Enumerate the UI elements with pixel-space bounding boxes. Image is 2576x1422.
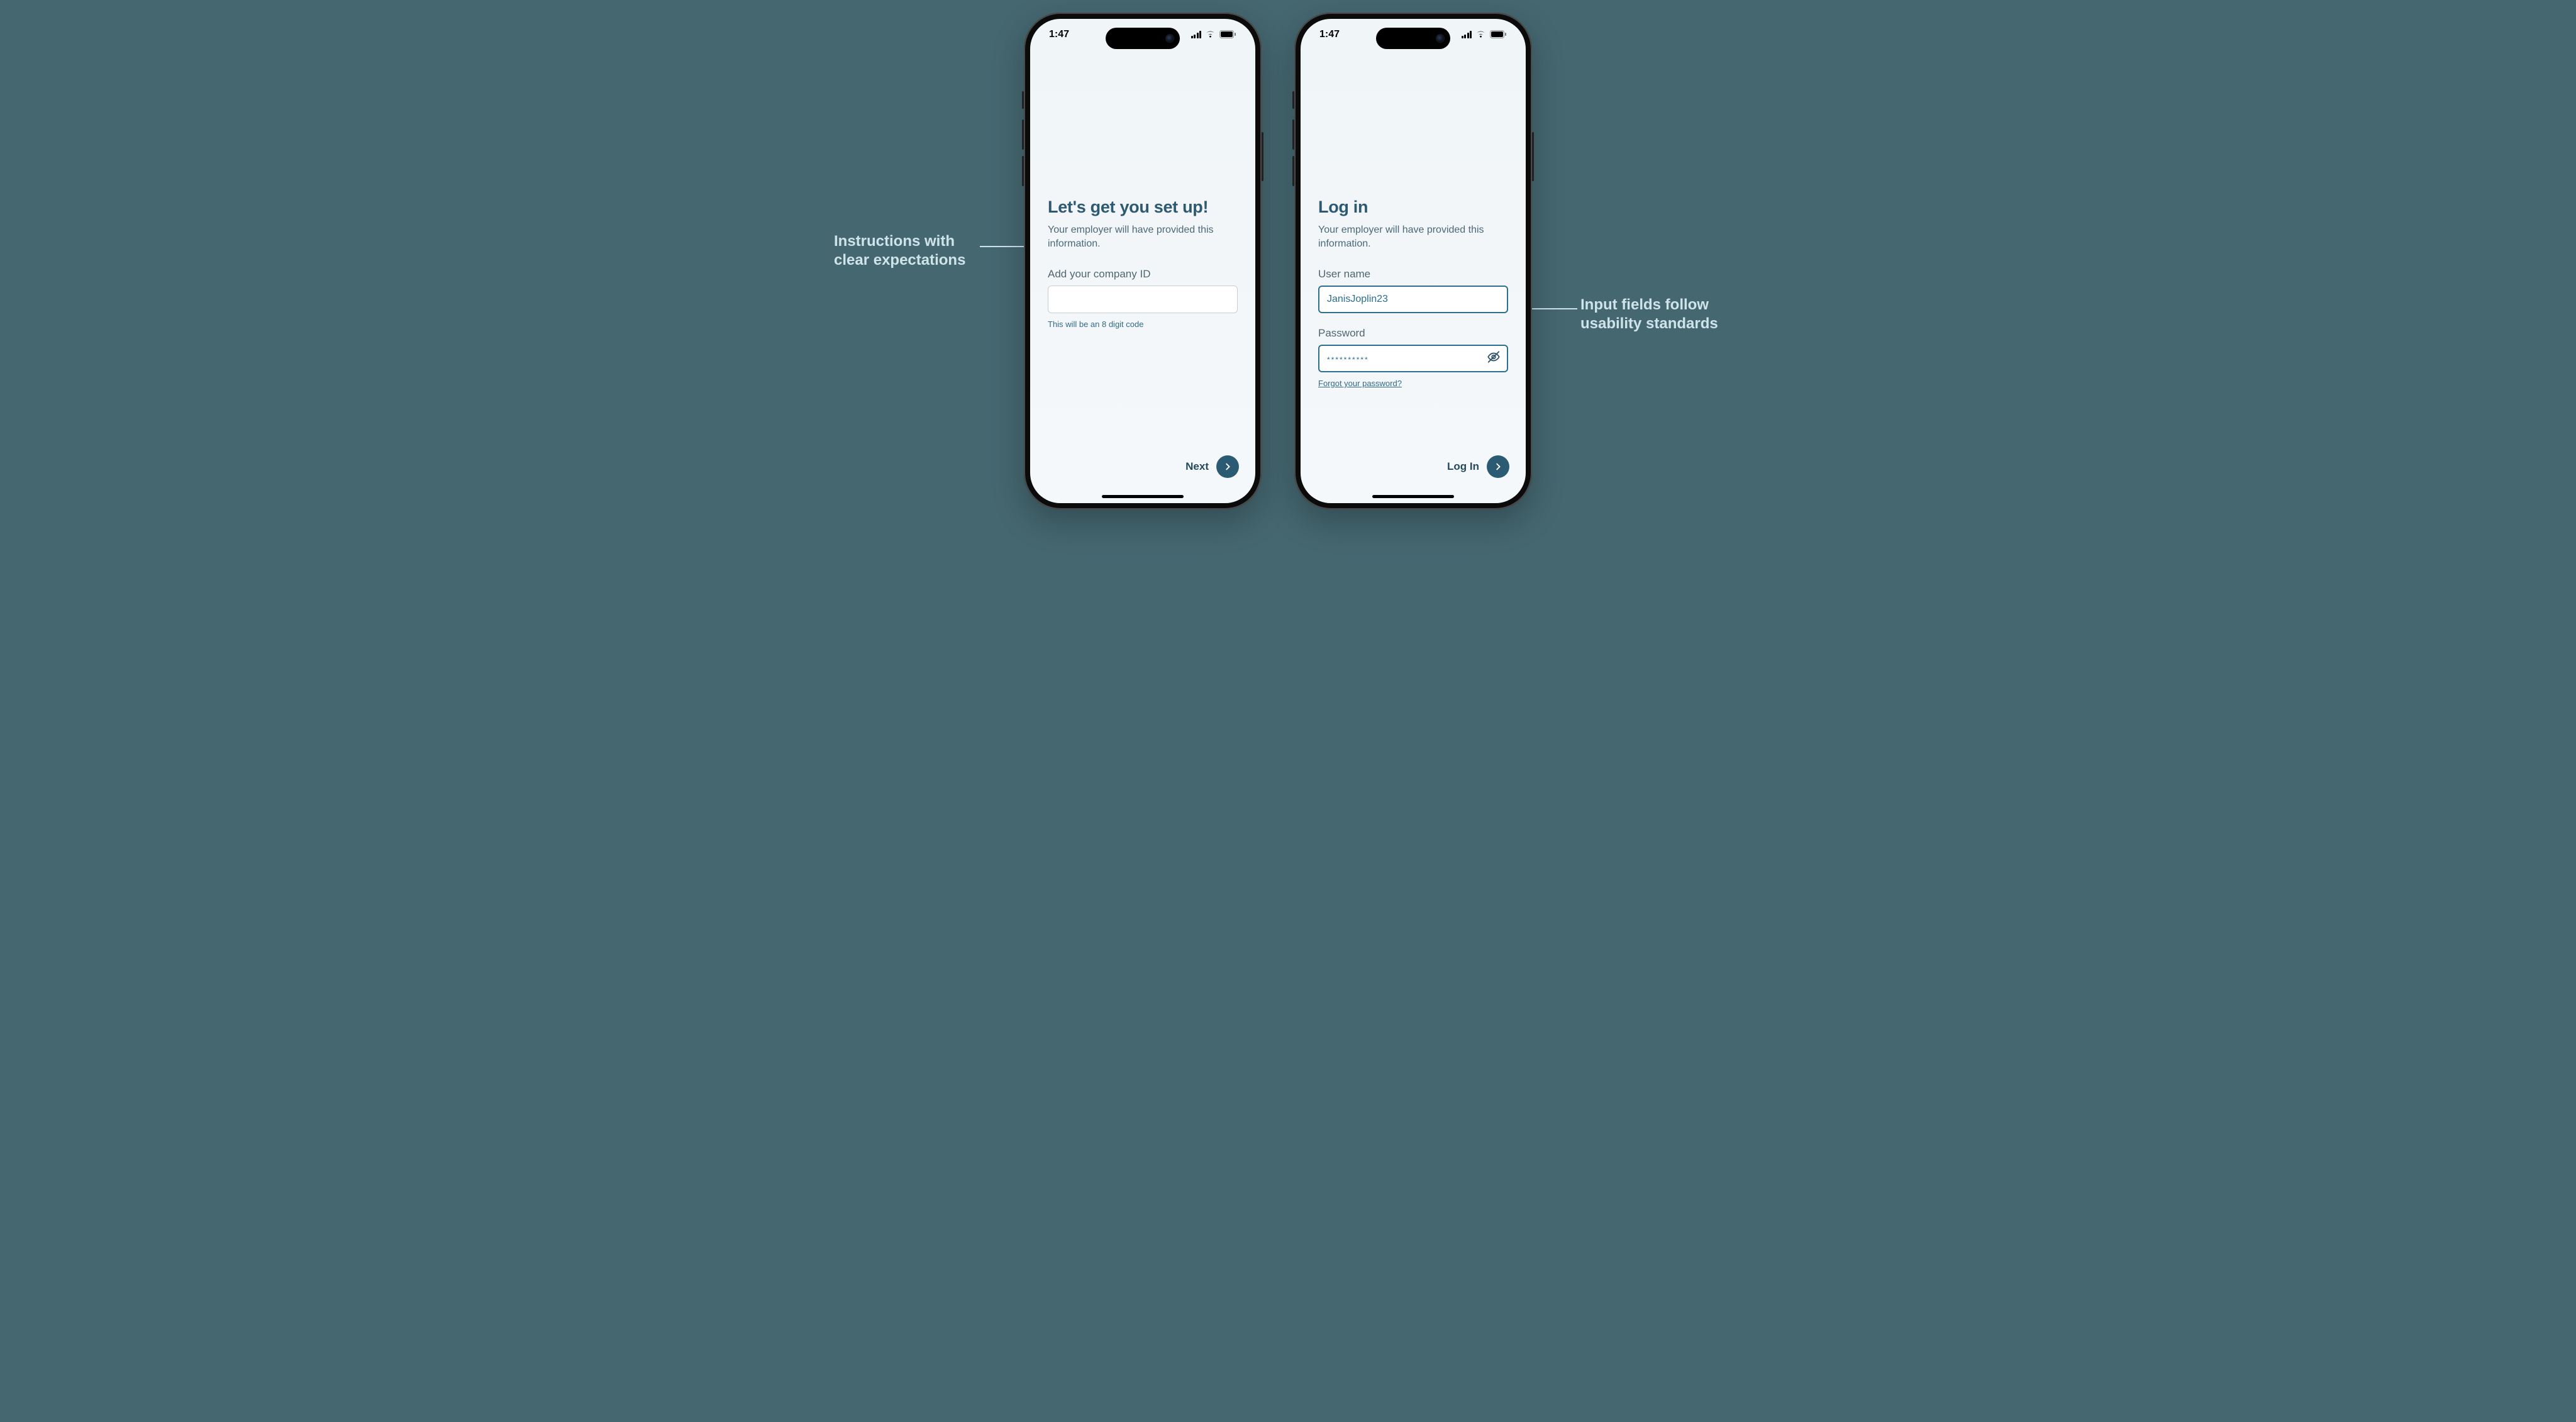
battery-icon: [1219, 30, 1236, 38]
cellular-icon: [1191, 31, 1202, 38]
annotation-right: Input fields follow usability standards: [1580, 296, 1718, 333]
wifi-icon: [1475, 30, 1486, 38]
annotation-left: Instructions with clear expectations: [834, 232, 965, 270]
dynamic-island: [1106, 28, 1180, 49]
page-subtitle: Your employer will have provided this in…: [1318, 223, 1508, 250]
username-label: User name: [1318, 268, 1508, 281]
company-id-hint: This will be an 8 digit code: [1048, 319, 1238, 329]
password-label: Password: [1318, 327, 1508, 340]
page-title: Log in: [1318, 197, 1508, 217]
annotation-text: Instructions with: [834, 232, 965, 251]
camera-icon: [1166, 35, 1174, 42]
home-indicator: [1102, 495, 1184, 498]
page-subtitle: Your employer will have provided this in…: [1048, 223, 1238, 250]
annotation-text: Input fields follow: [1580, 296, 1718, 314]
login-button[interactable]: Log In: [1447, 455, 1509, 478]
company-id-label: Add your company ID: [1048, 268, 1238, 281]
page-title: Let's get you set up!: [1048, 197, 1238, 217]
wifi-icon: [1205, 30, 1216, 38]
cellular-icon: [1462, 31, 1472, 38]
login-button-label: Log In: [1447, 460, 1479, 473]
annotation-text: usability standards: [1580, 314, 1718, 333]
status-time: 1:47: [1319, 29, 1340, 40]
chevron-right-icon: [1216, 455, 1239, 478]
camera-icon: [1436, 35, 1444, 42]
password-input[interactable]: [1318, 345, 1508, 372]
next-button-label: Next: [1185, 460, 1209, 473]
battery-icon: [1490, 30, 1507, 38]
status-time: 1:47: [1049, 29, 1069, 40]
annotation-text: clear expectations: [834, 251, 965, 270]
phone-mockup-setup: 1:47 Let's get you set up! Your employer…: [1024, 13, 1262, 509]
chevron-right-icon: [1487, 455, 1509, 478]
phone-mockup-login: 1:47 Log in Your employer will have prov…: [1294, 13, 1532, 509]
home-indicator: [1372, 495, 1454, 498]
eye-off-icon[interactable]: [1487, 350, 1501, 367]
username-input[interactable]: [1318, 286, 1508, 313]
company-id-input[interactable]: [1048, 286, 1238, 313]
dynamic-island: [1376, 28, 1450, 49]
forgot-password-link[interactable]: Forgot your password?: [1318, 379, 1402, 388]
next-button[interactable]: Next: [1185, 455, 1239, 478]
